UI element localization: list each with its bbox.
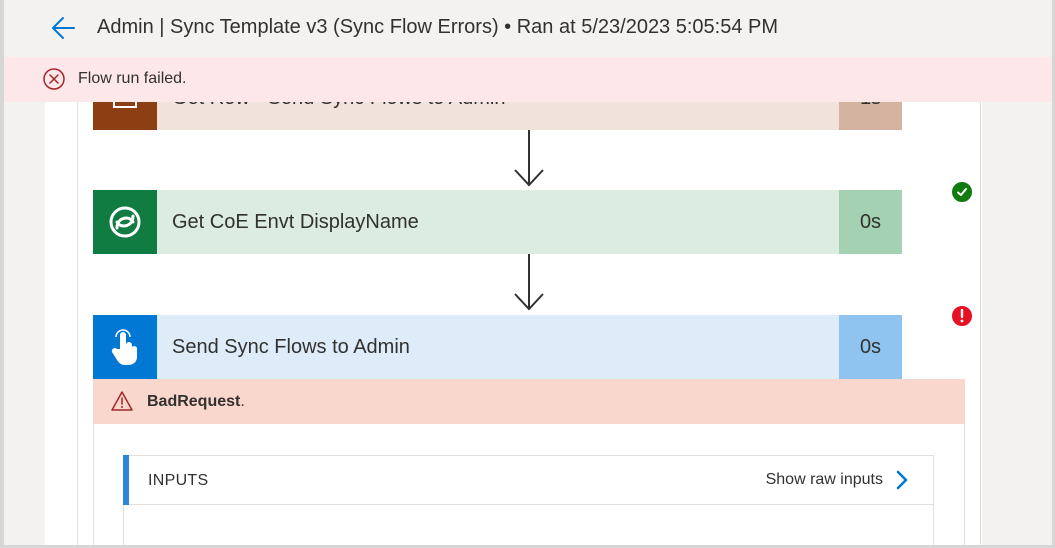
run-header: Admin | Sync Template v3 (Sync Flow Erro… — [4, 0, 1052, 57]
error-badge — [950, 304, 974, 328]
error-circle-icon — [43, 68, 65, 90]
step-label: Get CoE Envt DisplayName — [172, 211, 419, 233]
step-body: Send Sync Flows to Admin 0s — [157, 315, 902, 379]
canvas-divider-left — [77, 102, 78, 548]
arrow-left-icon — [52, 17, 75, 39]
page-title: Admin | Sync Template v3 (Sync Flow Erro… — [97, 16, 779, 38]
inputs-title: INPUTS — [148, 472, 209, 489]
step-icon-box — [93, 315, 157, 379]
warning-icon — [111, 391, 133, 411]
error-suffix: . — [240, 393, 245, 410]
show-raw-inputs-link[interactable]: Show raw inputs — [766, 468, 909, 492]
error-banner-overlay: Flow run failed. — [4, 57, 1052, 102]
connector-arrow-icon — [514, 130, 544, 187]
touch-icon — [111, 329, 137, 365]
show-raw-inputs-label: Show raw inputs — [765, 471, 883, 488]
success-badge — [950, 180, 974, 204]
banner-message: Flow run failed. — [78, 70, 187, 87]
canvas-divider-right — [980, 102, 981, 548]
inputs-body — [123, 505, 934, 548]
connector-arrow-icon — [514, 254, 544, 311]
step-body: Get CoE Envt DisplayName 0s — [157, 190, 902, 254]
exclamation-icon — [960, 309, 964, 323]
step-label: Send Sync Flows to Admin — [172, 336, 410, 358]
chevron-right-icon — [896, 470, 908, 490]
inputs-section-header: INPUTS Show raw inputs — [123, 455, 934, 505]
checkmark-icon — [957, 188, 967, 196]
back-button[interactable] — [48, 12, 80, 44]
step-card-send-sync-flows[interactable]: Send Sync Flows to Admin 0s — [93, 315, 965, 379]
error-code: BadRequest — [147, 393, 241, 410]
step-duration: 0s — [839, 315, 902, 379]
error-message: BadRequest. — [147, 393, 245, 411]
dataverse-icon — [109, 206, 141, 238]
error-detail-bar: BadRequest. — [93, 379, 965, 424]
step-card-get-coe-envt[interactable]: Get CoE Envt DisplayName 0s — [93, 190, 965, 254]
step-duration: 0s — [839, 190, 902, 254]
inputs-accent-bar — [123, 455, 129, 505]
step-icon-box — [93, 190, 157, 254]
